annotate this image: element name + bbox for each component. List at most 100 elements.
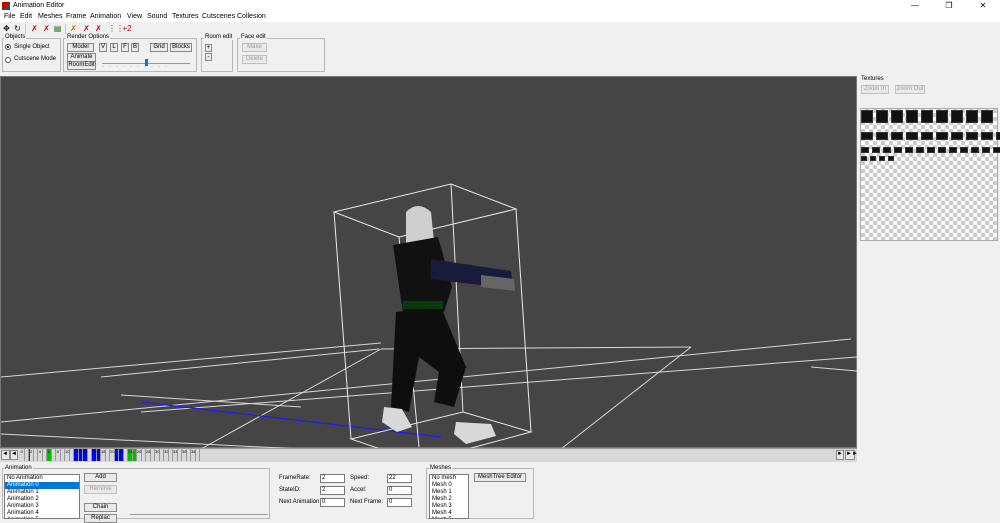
animation-list-item[interactable]: No Animation bbox=[5, 475, 79, 482]
xs3-icon[interactable]: ✗ bbox=[94, 24, 103, 33]
animation-list-item[interactable]: Animation 2 bbox=[5, 496, 79, 503]
f-button[interactable]: F bbox=[121, 43, 129, 52]
texture-tile[interactable] bbox=[982, 147, 990, 153]
texture-tile[interactable] bbox=[981, 132, 993, 140]
menu-meshes[interactable]: Meshes bbox=[38, 13, 63, 20]
x-icon[interactable]: ✗ bbox=[30, 24, 39, 33]
texture-atlas[interactable] bbox=[860, 108, 998, 241]
texture-tile[interactable] bbox=[966, 110, 978, 123]
texture-tile[interactable] bbox=[861, 132, 873, 140]
texture-tile[interactable] bbox=[872, 147, 880, 153]
add-animation-button[interactable]: Add bbox=[84, 473, 117, 482]
xs-icon[interactable]: ✗ bbox=[69, 24, 78, 33]
xs2-icon[interactable]: ✗ bbox=[82, 24, 91, 33]
texture-tile[interactable] bbox=[870, 156, 876, 161]
texture-tile[interactable] bbox=[951, 132, 963, 140]
face-make-button[interactable]: Make bbox=[242, 43, 267, 52]
stateid-field[interactable]: 2 bbox=[320, 486, 345, 495]
texture-tile[interactable] bbox=[951, 110, 963, 123]
menu-textures[interactable]: Textures bbox=[172, 13, 198, 20]
room-edit-button[interactable]: RoomEdit bbox=[67, 61, 96, 70]
mesh-list-item[interactable]: Mesh 4 bbox=[430, 510, 468, 517]
timeline-prev-button[interactable]: ◄ bbox=[10, 450, 18, 460]
mesh-list-item[interactable]: Mesh 1 bbox=[430, 489, 468, 496]
x2-icon[interactable]: ✗ bbox=[42, 24, 51, 33]
texture-tile[interactable] bbox=[894, 147, 902, 153]
menu-view[interactable]: View bbox=[127, 13, 142, 20]
mesh-list-item[interactable]: Mesh 3 bbox=[430, 503, 468, 510]
texture-tile[interactable] bbox=[981, 110, 993, 123]
timeline-frame[interactable] bbox=[196, 449, 200, 461]
room-edit-minus-button[interactable]: - bbox=[205, 53, 212, 61]
menu-frame[interactable]: Frame bbox=[66, 13, 86, 20]
animation-list[interactable]: No Animation Animation 0 Animation 1 Animat… bbox=[4, 474, 80, 519]
3d-viewport[interactable] bbox=[0, 76, 858, 463]
menu-cutscenes[interactable]: Cutscenes bbox=[202, 13, 235, 20]
mesh-list-item[interactable]: Mesh 0 bbox=[430, 482, 468, 489]
menu-edit[interactable]: Edit bbox=[20, 13, 32, 20]
texture-tile[interactable] bbox=[921, 132, 933, 140]
texture-tile[interactable] bbox=[891, 132, 903, 140]
v-button[interactable]: V bbox=[99, 43, 107, 52]
face-delete-button[interactable]: Delete bbox=[242, 55, 267, 64]
texture-tile[interactable] bbox=[905, 147, 913, 153]
texture-tile[interactable] bbox=[861, 147, 869, 153]
framerate-field[interactable]: 2 bbox=[320, 474, 345, 483]
model-button[interactable]: Model bbox=[67, 43, 94, 52]
menu-sound[interactable]: Sound bbox=[147, 13, 167, 20]
texture-tile[interactable] bbox=[938, 147, 946, 153]
texture-tile[interactable] bbox=[876, 110, 888, 123]
timeline-next-button[interactable]: ► bbox=[836, 450, 844, 460]
speed-field[interactable]: 22 bbox=[387, 474, 412, 483]
texture-tile[interactable] bbox=[861, 156, 867, 161]
animation-list-item[interactable]: Animation 1 bbox=[5, 489, 79, 496]
texture-tile[interactable] bbox=[993, 147, 1000, 153]
blocks-button[interactable]: Blocks bbox=[170, 43, 192, 52]
texture-tile[interactable] bbox=[906, 110, 918, 123]
animation-list-item[interactable]: Animation 3 bbox=[5, 503, 79, 510]
texture-tile[interactable] bbox=[906, 132, 918, 140]
minimize-button[interactable]: — bbox=[898, 0, 932, 12]
zoom-out-button[interactable]: Zoom Out bbox=[895, 85, 925, 94]
grid-button[interactable]: Grid bbox=[150, 43, 168, 52]
cutscene-mode-radio[interactable] bbox=[5, 57, 11, 63]
plus2-icon[interactable]: +2 bbox=[121, 24, 133, 33]
menu-collesion[interactable]: Collesion bbox=[237, 13, 266, 20]
meshtree-editor-button[interactable]: MeshTree Editor bbox=[474, 473, 526, 482]
chain-animation-button[interactable]: Chain bbox=[84, 503, 117, 512]
room-edit-plus-button[interactable]: + bbox=[205, 44, 212, 52]
texture-tile[interactable] bbox=[921, 110, 933, 123]
texture-tile[interactable] bbox=[996, 132, 1000, 140]
rotate-icon[interactable]: ↻ bbox=[13, 24, 22, 33]
maximize-button[interactable]: ❐ bbox=[932, 0, 966, 12]
timeline-last-button[interactable]: ►► bbox=[845, 450, 858, 460]
animation-slider-track[interactable] bbox=[130, 514, 268, 515]
texture-tile[interactable] bbox=[966, 132, 978, 140]
next-animation-field[interactable]: 0 bbox=[320, 498, 345, 507]
accel-field[interactable]: 0 bbox=[387, 486, 412, 495]
next-frame-field[interactable]: 0 bbox=[387, 498, 412, 507]
animation-list-item[interactable]: Animation 4 bbox=[5, 510, 79, 517]
texture-tile[interactable] bbox=[888, 156, 894, 161]
texture-tile[interactable] bbox=[916, 147, 924, 153]
texture-tile[interactable] bbox=[883, 147, 891, 153]
mesh-list-item[interactable]: Mesh 2 bbox=[430, 496, 468, 503]
texture-tile[interactable] bbox=[971, 147, 979, 153]
menu-file[interactable]: File bbox=[4, 13, 15, 20]
menu-animation[interactable]: Animation bbox=[90, 13, 121, 20]
l-button[interactable]: L bbox=[110, 43, 118, 52]
stack-icon[interactable]: ▤ bbox=[53, 24, 62, 33]
single-object-radio[interactable] bbox=[5, 44, 11, 50]
mesh-list-item[interactable]: No mesh bbox=[430, 475, 468, 482]
texture-tile[interactable] bbox=[891, 110, 903, 123]
mesh-list[interactable]: No meshMesh 0Mesh 1Mesh 2Mesh 3Mesh 4Mes… bbox=[429, 474, 469, 519]
texture-tile[interactable] bbox=[927, 147, 935, 153]
texture-tile[interactable] bbox=[879, 156, 885, 161]
texture-tile[interactable] bbox=[960, 147, 968, 153]
zoom-in-button[interactable]: Zoom In bbox=[861, 85, 889, 94]
move-icon[interactable]: ✥ bbox=[2, 24, 11, 33]
timeline-first-button[interactable]: ◄◄ bbox=[1, 450, 14, 460]
b-button[interactable]: B bbox=[131, 43, 139, 52]
texture-tile[interactable] bbox=[876, 132, 888, 140]
close-button[interactable]: ✕ bbox=[966, 0, 1000, 12]
